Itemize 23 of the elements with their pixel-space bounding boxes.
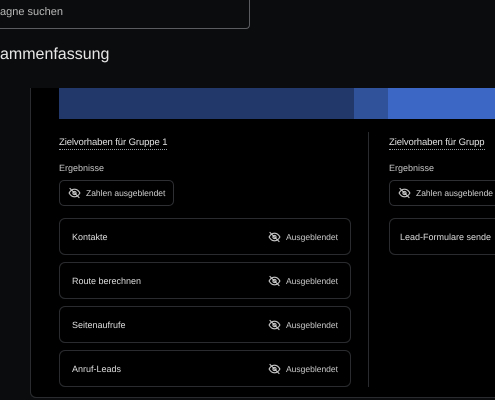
status-label: Ausgeblendet — [268, 318, 338, 330]
results-label: Ergebnisse — [389, 163, 436, 173]
group-title[interactable]: Zielvorhaben für Gruppe 1 — [59, 137, 168, 150]
hidden-eye-icon — [68, 187, 81, 199]
hidden-eye-icon — [268, 318, 281, 330]
metric-name: Seitenaufrufe — [72, 320, 126, 330]
metric-name: Route berechnen — [72, 276, 142, 286]
numbers-hidden-button[interactable]: Zahlen ausgeblendet — [59, 180, 174, 206]
metric-name: Anruf-Leads — [72, 364, 122, 374]
results-label: Ergebnisse — [59, 163, 106, 173]
hidden-eye-icon — [268, 274, 281, 286]
hidden-eye-icon — [398, 187, 411, 199]
status-label: Ausgeblendet — [268, 230, 338, 242]
metric-name: Lead-Formulare sende — [400, 232, 492, 242]
status-label: Ausgeblendet — [268, 274, 338, 286]
numbers-hidden-button[interactable]: Zahlen ausgeblende — [389, 180, 495, 206]
hidden-eye-icon — [268, 230, 281, 242]
metric-name: Kontakte — [72, 232, 108, 242]
section-title: ammenfassung — [0, 46, 110, 65]
status-label: Ausgeblendet — [268, 362, 338, 374]
hidden-eye-icon — [268, 362, 281, 374]
search-field[interactable]: agne suchen — [0, 0, 250, 29]
group-title[interactable]: Zielvorhaben für Grupp — [389, 137, 484, 150]
